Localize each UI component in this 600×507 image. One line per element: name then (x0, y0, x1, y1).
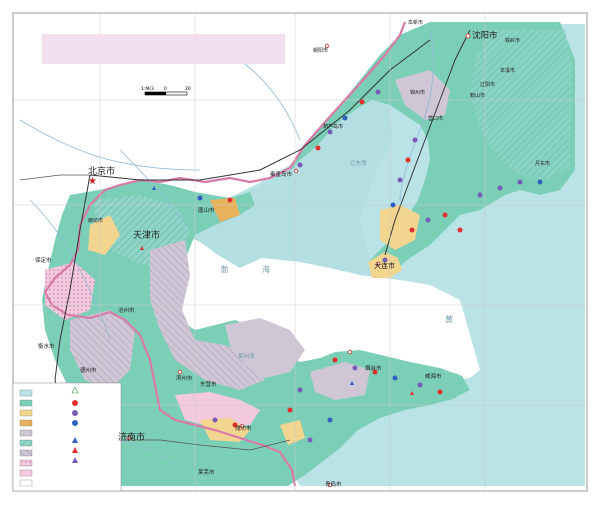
label-huludao: 葫芦岛市 (323, 123, 343, 130)
label-dalian: 大连市 (374, 261, 395, 270)
label-hengshui: 衡水市 (38, 342, 55, 350)
label-yantai: 烟台市 (365, 364, 382, 372)
label-dezhou: 德州市 (80, 366, 97, 374)
label-beijing: 北京市 (88, 165, 115, 177)
label-baoding: 保定市 (35, 256, 52, 264)
scale-ratio: 1:M(3 (141, 86, 154, 92)
label-dongying: 东营市 (200, 380, 217, 388)
sea-label-huang: 黄 (445, 314, 453, 324)
label-tangshan: 唐山市 (198, 206, 215, 214)
legend (12, 382, 122, 492)
label-langfang: 廊坊市 (88, 217, 103, 224)
sea-label-bo: 渤 (220, 264, 228, 274)
label-jinzhou: 锦州市 (410, 89, 425, 96)
label-tieling: 铁岭市 (505, 37, 520, 44)
label-dandong: 丹东市 (535, 160, 550, 167)
sea-label-liaodong: 辽东湾 (350, 159, 367, 167)
label-qinhuangdao: 秦皇岛市 (270, 170, 293, 178)
label-binzhou: 滨州市 (176, 374, 193, 382)
label-liaoyang: 辽阳市 (480, 81, 495, 88)
sea-label-laizhou: 莱州湾 (238, 352, 255, 360)
label-jinan: 济南市 (118, 431, 145, 443)
title-box (42, 34, 285, 64)
label-chaoyang: 朝阳市 (313, 47, 328, 54)
scale-tick-0: 0 (164, 86, 167, 92)
label-weifang: 潍坊市 (235, 424, 252, 432)
label-fuxin: 阜新市 (408, 19, 423, 26)
label-laiwu: 莱芜市 (198, 468, 215, 476)
geologic-map: 1:M(3 0 20 ★ 沈阳市 朝阳市 阜新市 铁岭市 本溪市 辽阳市 鞍山市… (0, 0, 600, 503)
label-yingkou: 营口市 (428, 115, 443, 122)
map-canvas: 1:M(3 0 20 ★ 沈阳市 朝阳市 阜新市 铁岭市 本溪市 辽阳市 鞍山市… (12, 12, 588, 492)
label-qingdao: 青岛市 (325, 480, 342, 488)
scale-tick-20: 20 (185, 86, 191, 92)
beijing-star: ★ (88, 176, 97, 187)
label-anshan: 鞍山市 (470, 92, 485, 99)
label-benxi: 本溪市 (500, 67, 515, 74)
label-tianjin: 天津市 (133, 229, 160, 241)
label-cangzhou: 沧州市 (118, 306, 135, 314)
sea-label-hai: 海 (262, 264, 270, 274)
label-weihai: 威海市 (425, 372, 442, 380)
label-shenyang: 沈阳市 (472, 30, 498, 41)
